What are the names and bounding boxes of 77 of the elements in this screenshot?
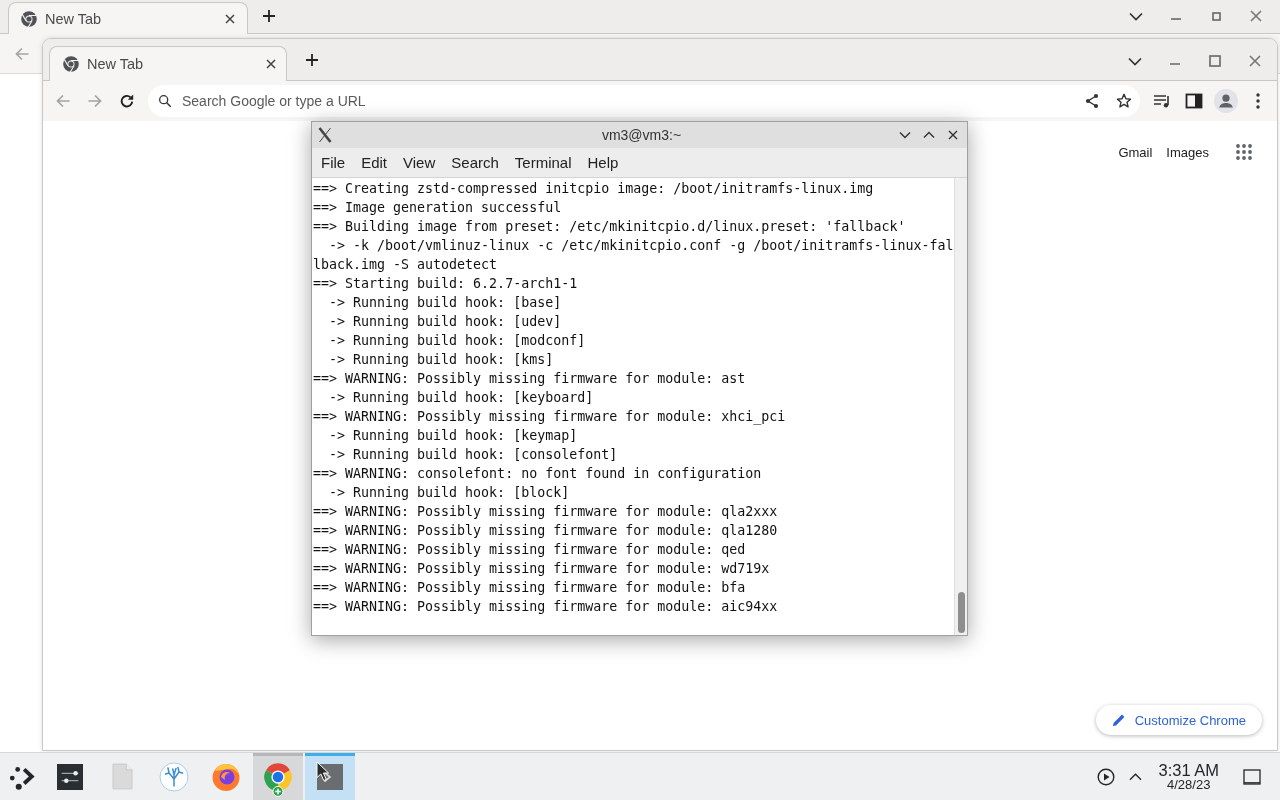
terminal-line: -> Running build hook: [keymap] — [328, 427, 578, 445]
clock-date[interactable]: 4/28/23 — [1167, 778, 1211, 792]
new-tab-icon[interactable] — [305, 53, 319, 67]
star-icon[interactable] — [1116, 93, 1132, 109]
show-desktop-icon[interactable] — [1243, 768, 1261, 785]
document-icon — [111, 763, 133, 790]
clock-time[interactable]: 3:31 AM — [1158, 761, 1219, 779]
terminal-line: ==> WARNING: Possibly missing firmware for module: qla2xxx — [313, 503, 778, 521]
menu-item[interactable]: File — [313, 154, 354, 171]
terminal-line: ==> WARNING: Possibly missing firmware for module: qla1280 — [313, 522, 778, 540]
fox-globe-icon — [211, 761, 241, 792]
chevron-down-icon[interactable] — [1129, 11, 1143, 21]
terminal-line: lback.img -S autodetect — [313, 256, 498, 274]
menu-item[interactable]: Help — [579, 154, 627, 171]
customize-button[interactable]: Customize Chrome — [1095, 705, 1262, 735]
avatar-icon[interactable] — [1214, 89, 1238, 113]
coral-icon — [159, 761, 189, 792]
terminal-line: -> Running build hook: [consolefont] — [328, 446, 618, 464]
header-link[interactable]: Images — [1166, 144, 1209, 160]
terminal-line: ==> Creating zstd-compressed initcpio image: /boot/initramfs-linux.img — [313, 180, 874, 198]
apps-grid-icon[interactable] — [1236, 144, 1252, 160]
address-bar[interactable]: Search Google or type a URL — [148, 85, 1140, 117]
menu-item[interactable]: View — [395, 154, 444, 171]
side-panel-icon[interactable] — [1185, 93, 1203, 109]
browser-logo-icon — [263, 761, 293, 797]
close-icon[interactable] — [948, 130, 958, 140]
media-queue-icon[interactable] — [1153, 93, 1171, 109]
terminal-line: ==> Building image from preset: /etc/mkinitcpio.d/linux.preset: 'fallback' — [313, 218, 906, 236]
terminal-line: -> Running build hook: [base] — [328, 294, 562, 312]
window-title: vm3@vm3:~ — [601, 127, 682, 143]
terminal-line: ==> WARNING: Possibly missing firmware for module: ast — [313, 370, 746, 388]
terminal-line: ==> Image generation successful — [313, 199, 562, 217]
browser-logo-icon — [63, 56, 79, 72]
reload-icon[interactable] — [119, 93, 135, 109]
sliders-icon — [57, 763, 83, 790]
scrollbar-thumb[interactable] — [957, 592, 965, 633]
close-icon[interactable] — [225, 13, 235, 24]
chevron-down-icon[interactable] — [899, 131, 911, 139]
minimize-icon[interactable] — [1170, 17, 1182, 21]
scrollbar[interactable] — [954, 178, 967, 635]
terminal-line: -> Running build hook: [udev] — [328, 313, 562, 331]
maximize-icon[interactable] — [1211, 11, 1221, 21]
new-tab-icon[interactable] — [262, 9, 276, 23]
more-menu-icon[interactable] — [1256, 93, 1260, 109]
taskbar-button[interactable] — [305, 753, 355, 800]
chevron-up-icon[interactable] — [923, 131, 935, 139]
terminal-line: ==> Starting build: 6.2.7-arch1-1 — [313, 275, 578, 293]
terminal-line: ==> WARNING: Possibly missing firmware for module: qed — [313, 541, 746, 559]
terminal-line: ==> WARNING: Possibly missing firmware for module: aic94xx — [313, 598, 778, 616]
x-logo-icon — [318, 127, 332, 143]
close-icon[interactable] — [266, 59, 276, 69]
chevron-up-icon[interactable] — [1129, 772, 1143, 781]
pencil-icon — [1111, 713, 1126, 727]
header-link[interactable]: Gmail — [1118, 144, 1153, 160]
minimize-icon[interactable] — [1169, 62, 1181, 66]
search-icon — [158, 94, 172, 108]
terminal-line: ==> WARNING: Possibly missing firmware for module: bfa — [313, 579, 746, 597]
terminal-line: -> Running build hook: [kms] — [328, 351, 554, 369]
menu-item[interactable]: Search — [443, 154, 507, 171]
browser-tab[interactable]: New Tab — [49, 46, 287, 81]
chevron-down-icon[interactable] — [1128, 56, 1142, 66]
media-play-icon[interactable] — [1097, 767, 1116, 786]
terminal-line: ==> WARNING: Possibly missing firmware for module: xhci_pci — [313, 408, 786, 426]
share-icon[interactable] — [1084, 93, 1100, 109]
terminal-line: -> Running build hook: [keyboard] — [328, 389, 594, 407]
mouse-pointer-icon — [316, 761, 330, 782]
menu-item[interactable]: Edit — [353, 154, 396, 171]
terminal-line: -> Running build hook: [modconf] — [328, 332, 586, 350]
menu-item[interactable]: Terminal — [506, 154, 580, 171]
terminal-line: -> Running build hook: [block] — [328, 484, 570, 502]
terminal-line: ==> WARNING: consolefont: no font found in configuration — [313, 465, 762, 483]
terminal-line: -> -k /boot/vmlinuz-linux -c /etc/mkinitcpio.conf -g /boot/initramfs-linux-fal — [328, 237, 954, 255]
address-field[interactable]: Search Google or type a URL — [182, 93, 1084, 109]
browser-tab[interactable]: New Tab — [8, 2, 248, 34]
terminal-line: ==> WARNING: Possibly missing firmware for module: wd719x — [313, 560, 770, 578]
maximize-icon[interactable] — [1209, 55, 1221, 67]
browser-logo-icon — [21, 10, 37, 27]
